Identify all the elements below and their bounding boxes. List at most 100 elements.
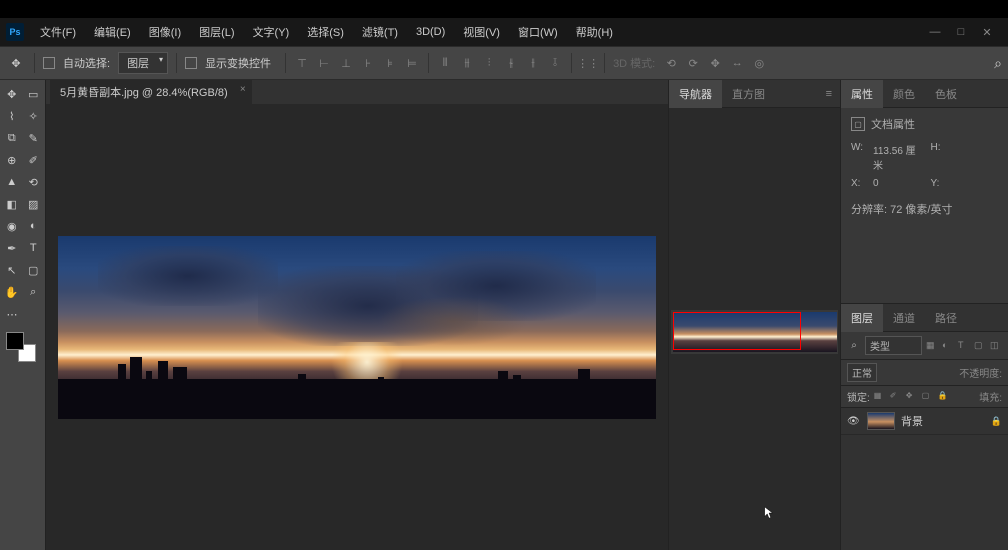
layer-thumbnail[interactable]	[867, 412, 895, 430]
tab-properties[interactable]: 属性	[841, 80, 883, 108]
canvas-area[interactable]	[46, 104, 668, 550]
lock-all-icon[interactable]: 🔒	[938, 391, 949, 402]
document-tab-title: 5月黄昏副本.jpg @ 28.4%(RGB/8)	[60, 87, 228, 99]
menu-image[interactable]: 图像(I)	[141, 20, 189, 44]
stamp-tool[interactable]: ▲	[2, 172, 22, 192]
pen-tool[interactable]: ✒	[2, 238, 22, 258]
navigator-panel-menu[interactable]: ≡	[818, 88, 840, 100]
zoom-tool[interactable]: ⌕	[24, 282, 44, 302]
fill-label: 填充:	[979, 389, 1002, 404]
resolution-value: 分辨率: 72 像素/英寸	[851, 201, 998, 217]
maximize-button[interactable]: □	[954, 25, 968, 39]
search-icon[interactable]: ⌕	[994, 55, 1002, 72]
auto-select-target-dropdown[interactable]: 图层	[118, 52, 168, 74]
tab-layers[interactable]: 图层	[841, 304, 883, 332]
align-hcenter-icon[interactable]: ⊧	[382, 55, 398, 71]
color-swatches[interactable]	[6, 332, 36, 362]
align-bottom-icon[interactable]: ⊥	[338, 55, 354, 71]
close-button[interactable]: ✕	[980, 25, 994, 39]
align-left-icon[interactable]: ⊦	[360, 55, 376, 71]
auto-select-checkbox[interactable]	[43, 57, 55, 69]
tab-paths[interactable]: 路径	[925, 304, 967, 332]
menubar: Ps 文件(F) 编辑(E) 图像(I) 图层(L) 文字(Y) 选择(S) 滤…	[0, 18, 1008, 46]
gradient-tool[interactable]: ▨	[24, 194, 44, 214]
filter-pixel-icon[interactable]: ▦	[926, 340, 938, 352]
align-top-icon[interactable]: ⊤	[294, 55, 310, 71]
tab-navigator[interactable]: 导航器	[669, 80, 722, 108]
show-transform-checkbox[interactable]	[185, 57, 197, 69]
3d-zoom-icon[interactable]: ◎	[751, 55, 767, 71]
filter-shape-icon[interactable]: ▢	[974, 340, 986, 352]
layer-name: 背景	[901, 413, 923, 429]
document-tab-close[interactable]: ×	[240, 84, 246, 95]
path-tool[interactable]: ↖	[2, 260, 22, 280]
3d-pan-icon[interactable]: ✥	[707, 55, 723, 71]
blur-tool[interactable]: ◉	[2, 216, 22, 236]
document-properties-label: 文档属性	[871, 116, 915, 132]
lock-transparent-icon[interactable]: ▦	[874, 391, 885, 402]
layer-filter-dropdown[interactable]: 类型	[865, 336, 922, 355]
3d-slide-icon[interactable]: ↔	[729, 55, 745, 71]
layer-search-icon[interactable]: ⌕	[847, 339, 861, 353]
blend-mode-dropdown[interactable]: 正常	[847, 363, 877, 382]
menu-type[interactable]: 文字(Y)	[245, 20, 298, 44]
menu-window[interactable]: 窗口(W)	[510, 20, 566, 44]
tab-channels[interactable]: 通道	[883, 304, 925, 332]
visibility-icon[interactable]: 👁	[847, 416, 861, 427]
wand-tool[interactable]: ✧	[24, 106, 44, 126]
distribute-left-icon[interactable]: ⫳	[503, 55, 519, 71]
layer-lock-icon[interactable]: 🔒	[991, 416, 1002, 427]
marquee-tool[interactable]: ▭	[24, 84, 44, 104]
lasso-tool[interactable]: ⌇	[2, 106, 22, 126]
width-label: W:	[851, 142, 863, 172]
menu-3d[interactable]: 3D(D)	[408, 22, 453, 42]
move-tool[interactable]: ✥	[2, 84, 22, 104]
filter-type-icon[interactable]: T	[958, 340, 970, 352]
heal-tool[interactable]: ⊕	[2, 150, 22, 170]
layer-item-background[interactable]: 👁 背景 🔒	[841, 408, 1008, 435]
foreground-color[interactable]	[6, 332, 24, 350]
lock-label: 锁定:	[847, 389, 870, 404]
align-right-icon[interactable]: ⊨	[404, 55, 420, 71]
align-vcenter-icon[interactable]: ⊢	[316, 55, 332, 71]
3d-orbit-icon[interactable]: ⟲	[663, 55, 679, 71]
menu-help[interactable]: 帮助(H)	[568, 20, 621, 44]
hand-tool[interactable]: ✋	[2, 282, 22, 302]
distribute-hcenter-icon[interactable]: ⫲	[525, 55, 541, 71]
lock-artboard-icon[interactable]: ▢	[922, 391, 933, 402]
tab-swatches[interactable]: 色板	[925, 80, 967, 108]
filter-adjust-icon[interactable]: ◐	[942, 340, 954, 352]
document-tab[interactable]: 5月黄昏副本.jpg @ 28.4%(RGB/8) ×	[50, 80, 252, 104]
tab-histogram[interactable]: 直方图	[722, 80, 775, 108]
distribute-right-icon[interactable]: ⫱	[547, 55, 563, 71]
eyedropper-tool[interactable]: ✎	[24, 128, 44, 148]
dodge-tool[interactable]: ◐	[24, 216, 44, 236]
menu-file[interactable]: 文件(F)	[32, 20, 84, 44]
shape-tool[interactable]: ▢	[24, 260, 44, 280]
menu-view[interactable]: 视图(V)	[455, 20, 508, 44]
type-tool[interactable]: T	[24, 238, 44, 258]
distribute-top-icon[interactable]: ⫴	[437, 55, 453, 71]
history-brush-tool[interactable]: ⟲	[24, 172, 44, 192]
menu-edit[interactable]: 编辑(E)	[86, 20, 139, 44]
lock-pixels-icon[interactable]: ✐	[890, 391, 901, 402]
lock-row: 锁定: ▦ ✐ ✥ ▢ 🔒 填充:	[841, 386, 1008, 408]
distribute-vcenter-icon[interactable]: ⫵	[459, 55, 475, 71]
brush-tool[interactable]: ✐	[24, 150, 44, 170]
eraser-tool[interactable]: ◧	[2, 194, 22, 214]
menu-filter[interactable]: 滤镜(T)	[354, 20, 406, 44]
lock-position-icon[interactable]: ✥	[906, 391, 917, 402]
minimize-button[interactable]: —	[928, 25, 942, 39]
3d-roll-icon[interactable]: ⟳	[685, 55, 701, 71]
crop-tool[interactable]: ⧉	[2, 128, 22, 148]
navigator-viewport[interactable]	[673, 312, 801, 350]
distribute-bottom-icon[interactable]: ⫶	[481, 55, 497, 71]
menu-select[interactable]: 选择(S)	[299, 20, 352, 44]
edit-toolbar[interactable]: ⋯	[2, 304, 22, 324]
auto-align-icon[interactable]: ⋮⋮	[580, 55, 596, 71]
tab-color[interactable]: 颜色	[883, 80, 925, 108]
menu-layer[interactable]: 图层(L)	[191, 20, 242, 44]
navigator-thumbnail[interactable]	[673, 312, 837, 352]
filter-smart-icon[interactable]: ◫	[990, 340, 1002, 352]
show-transform-label: 显示变换控件	[205, 55, 271, 71]
